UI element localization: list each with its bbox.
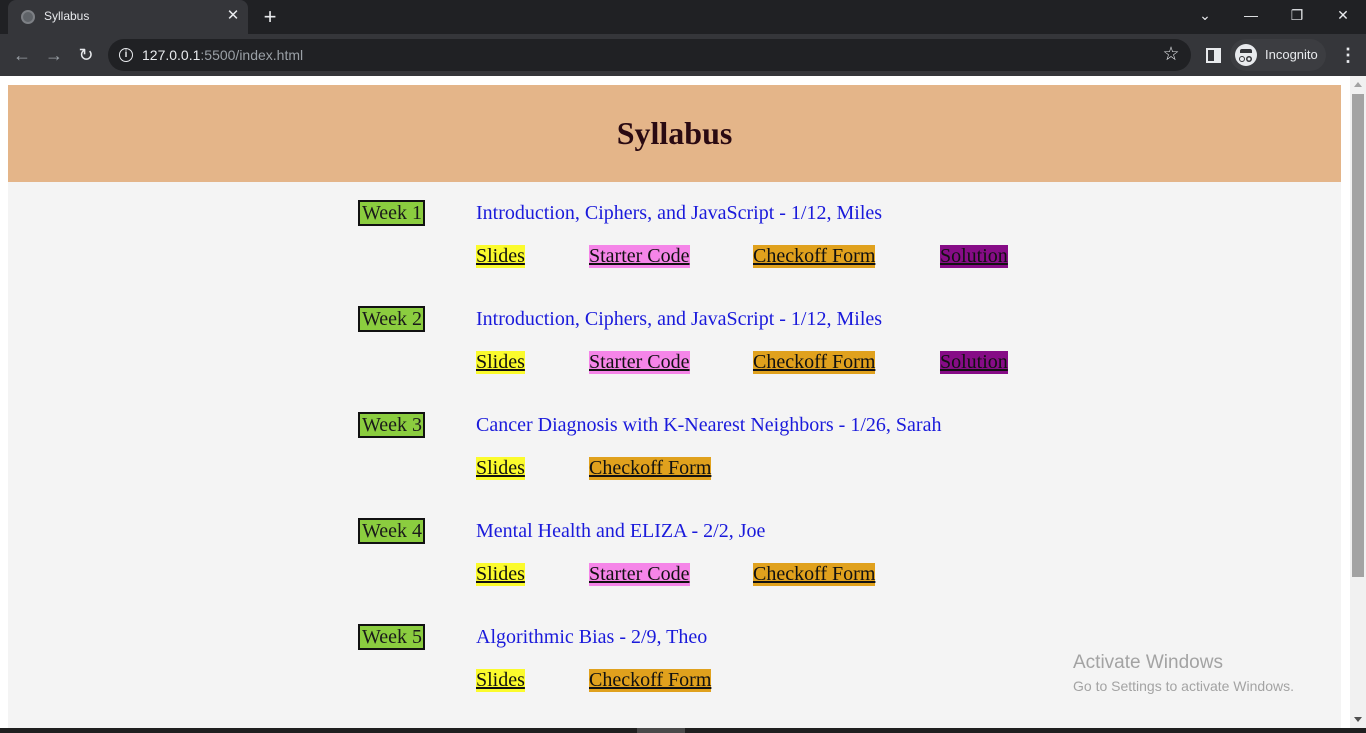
close-tab-icon[interactable]: ✕ xyxy=(224,7,242,25)
week-row: Week 3 Cancer Diagnosis with K-Nearest N… xyxy=(8,412,1341,518)
checkoff-form-link[interactable]: Checkoff Form xyxy=(753,563,876,586)
solution-link[interactable]: Solution xyxy=(940,245,1008,268)
slides-link[interactable]: Slides xyxy=(476,457,525,480)
site-info-icon[interactable]: i xyxy=(119,48,133,62)
forward-button[interactable]: → xyxy=(40,41,68,69)
tab-strip: Syllabus ✕ + ⌄ — ❐ ✕ xyxy=(0,0,1366,34)
url-text[interactable]: 127.0.0.1:5500/index.html xyxy=(142,47,303,63)
week-row: Week 4 Mental Health and ELIZA - 2/2, Jo… xyxy=(8,518,1341,624)
tab-search-icon[interactable]: ⌄ xyxy=(1182,0,1228,32)
slides-link[interactable]: Slides xyxy=(476,245,525,268)
starter-code-link[interactable]: Starter Code xyxy=(589,245,690,268)
incognito-label: Incognito xyxy=(1265,47,1318,62)
week-topic: Introduction, Ciphers, and JavaScript - … xyxy=(476,202,883,224)
scroll-down-arrow-icon[interactable] xyxy=(1354,717,1362,722)
week-label: Week 5 xyxy=(358,624,426,650)
new-tab-button[interactable]: + xyxy=(258,5,282,29)
page-title: Syllabus xyxy=(616,115,733,151)
week-topic: Cancer Diagnosis with K-Nearest Neighbor… xyxy=(476,414,942,436)
browser-toolbar: ← → ↻ i 127.0.0.1:5500/index.html ☆ Inco… xyxy=(0,34,1366,76)
checkoff-form-link[interactable]: Checkoff Form xyxy=(589,669,712,692)
page-viewport: Syllabus Week 1 Introduction, Ciphers, a… xyxy=(0,76,1350,728)
browser-menu-icon[interactable]: ⋮ xyxy=(1334,41,1362,69)
bookmark-star-icon[interactable]: ☆ xyxy=(1159,43,1183,67)
starter-code-link[interactable]: Starter Code xyxy=(589,563,690,586)
taskbar-highlight xyxy=(637,728,685,733)
week-row: Week 2 Introduction, Ciphers, and JavaSc… xyxy=(8,306,1341,412)
week-topic: Introduction, Ciphers, and JavaScript - … xyxy=(476,308,883,330)
page-scrollbar[interactable] xyxy=(1350,76,1366,728)
restore-button[interactable]: ❐ xyxy=(1274,0,1320,32)
starter-code-link[interactable]: Starter Code xyxy=(589,351,690,374)
globe-icon xyxy=(21,10,35,24)
solution-link[interactable]: Solution xyxy=(940,351,1008,374)
scroll-thumb[interactable] xyxy=(1352,94,1364,577)
url-path: :5500/index.html xyxy=(200,47,304,63)
activate-windows-title: Activate Windows xyxy=(1073,652,1223,673)
checkoff-form-link[interactable]: Checkoff Form xyxy=(753,245,876,268)
checkoff-form-link[interactable]: Checkoff Form xyxy=(589,457,712,480)
address-bar[interactable]: i 127.0.0.1:5500/index.html ☆ xyxy=(108,39,1191,71)
back-button[interactable]: ← xyxy=(8,41,36,69)
page-header: Syllabus xyxy=(8,85,1341,182)
incognito-icon xyxy=(1235,44,1257,66)
browser-tab[interactable]: Syllabus ✕ xyxy=(8,0,248,34)
scroll-up-arrow-icon[interactable] xyxy=(1354,82,1362,87)
week-label: Week 3 xyxy=(358,412,426,438)
week-topic: Mental Health and ELIZA - 2/2, Joe xyxy=(476,520,766,542)
url-host: 127.0.0.1 xyxy=(142,47,201,63)
week-label: Week 4 xyxy=(358,518,426,544)
activate-windows-watermark: Activate Windows Go to Settings to activ… xyxy=(1073,652,1294,694)
reload-button[interactable]: ↻ xyxy=(72,41,100,69)
checkoff-form-link[interactable]: Checkoff Form xyxy=(753,351,876,374)
week-label: Week 1 xyxy=(358,200,426,226)
activate-windows-subtitle: Go to Settings to activate Windows. xyxy=(1073,678,1294,694)
side-panel-icon[interactable] xyxy=(1206,48,1221,63)
week-label: Week 2 xyxy=(358,306,426,332)
close-window-button[interactable]: ✕ xyxy=(1320,0,1366,32)
slides-link[interactable]: Slides xyxy=(476,351,525,374)
week-row: Week 1 Introduction, Ciphers, and JavaSc… xyxy=(8,200,1341,306)
week-topic: Algorithmic Bias - 2/9, Theo xyxy=(476,626,708,648)
incognito-profile-button[interactable]: Incognito xyxy=(1230,39,1326,71)
slides-link[interactable]: Slides xyxy=(476,669,525,692)
tab-title: Syllabus xyxy=(44,9,90,23)
minimize-button[interactable]: — xyxy=(1228,0,1274,32)
page-body: Syllabus Week 1 Introduction, Ciphers, a… xyxy=(8,85,1341,728)
slides-link[interactable]: Slides xyxy=(476,563,525,586)
